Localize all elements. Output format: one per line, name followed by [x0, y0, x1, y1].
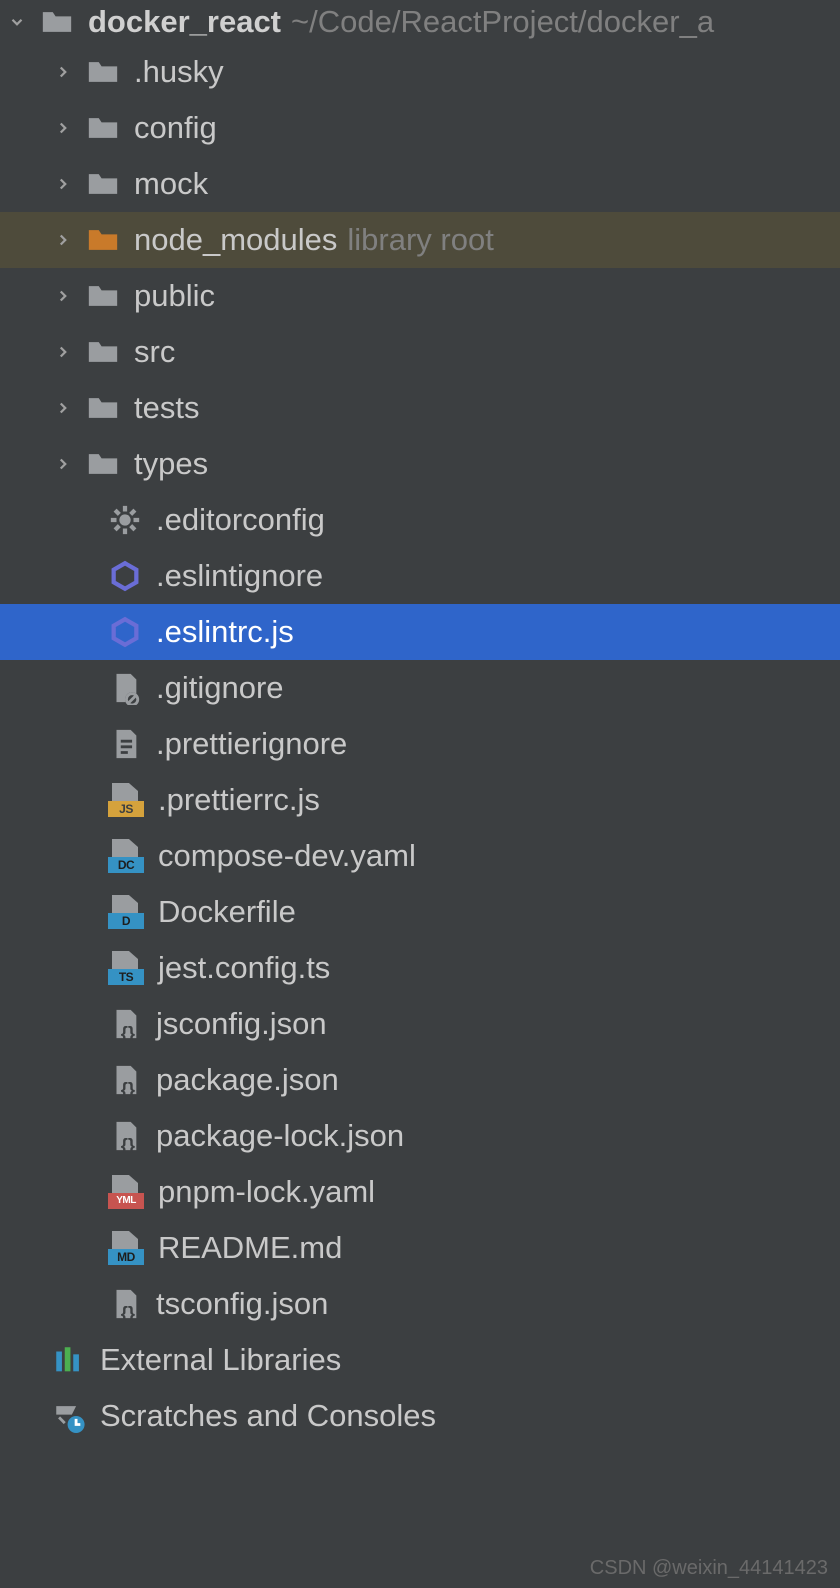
json-icon — [108, 1287, 142, 1321]
folder-label: tests — [134, 390, 199, 426]
d-file-icon: D — [108, 895, 144, 929]
node-label: External Libraries — [100, 1342, 341, 1378]
file-label: jest.config.ts — [158, 950, 330, 986]
scratches-icon — [52, 1399, 86, 1433]
folder-icon — [86, 335, 120, 369]
tree-folder[interactable]: types — [0, 436, 840, 492]
tree-file[interactable]: TS jest.config.ts — [0, 940, 840, 996]
tree-file[interactable]: JS .prettierrc.js — [0, 772, 840, 828]
md-file-icon: MD — [108, 1231, 144, 1265]
tree-file[interactable]: D Dockerfile — [0, 884, 840, 940]
tree-folder[interactable]: src — [0, 324, 840, 380]
file-label: .editorconfig — [156, 502, 325, 538]
folder-label: config — [134, 110, 217, 146]
file-label: package.json — [156, 1062, 339, 1098]
folder-icon — [86, 279, 120, 313]
tree-folder[interactable]: mock — [0, 156, 840, 212]
chevron-down-icon[interactable] — [6, 11, 28, 33]
file-label: .prettierrc.js — [158, 782, 320, 818]
file-label: .prettierignore — [156, 726, 347, 762]
file-label: .eslintrc.js — [156, 614, 294, 650]
tree-file[interactable]: jsconfig.json — [0, 996, 840, 1052]
chevron-right-icon[interactable] — [52, 117, 74, 139]
project-tree: docker_react ~/Code/ReactProject/docker_… — [0, 0, 840, 1444]
chevron-right-icon[interactable] — [52, 341, 74, 363]
tree-file[interactable]: tsconfig.json — [0, 1276, 840, 1332]
folder-icon — [86, 111, 120, 145]
tree-folder[interactable]: config — [0, 100, 840, 156]
chevron-right-icon[interactable] — [52, 397, 74, 419]
folder-label: public — [134, 278, 215, 314]
folder-icon — [86, 55, 120, 89]
tree-file[interactable]: MD README.md — [0, 1220, 840, 1276]
json-icon — [108, 1119, 142, 1153]
yml-file-icon: YML — [108, 1175, 144, 1209]
tree-file[interactable]: YML pnpm-lock.yaml — [0, 1164, 840, 1220]
tree-folder[interactable]: tests — [0, 380, 840, 436]
watermark: CSDN @weixin_44141423 — [590, 1557, 828, 1580]
json-icon — [108, 1007, 142, 1041]
folder-icon — [86, 391, 120, 425]
tree-node[interactable]: Scratches and Consoles — [0, 1388, 840, 1444]
folder-icon — [40, 5, 74, 39]
file-label: README.md — [158, 1230, 342, 1266]
file-label: jsconfig.json — [156, 1006, 327, 1042]
tree-folder[interactable]: public — [0, 268, 840, 324]
libraries-icon — [52, 1343, 86, 1377]
folder-icon — [86, 167, 120, 201]
eslint-icon — [108, 559, 142, 593]
tree-file[interactable]: .editorconfig — [0, 492, 840, 548]
tree-file[interactable]: .gitignore — [0, 660, 840, 716]
tree-file[interactable]: package.json — [0, 1052, 840, 1108]
gear-icon — [108, 503, 142, 537]
folder-hint: library root — [347, 222, 493, 258]
dc-file-icon: DC — [108, 839, 144, 873]
root-name: docker_react — [88, 4, 281, 40]
chevron-right-icon[interactable] — [52, 229, 74, 251]
folder-label: types — [134, 446, 208, 482]
root-path: ~/Code/ReactProject/docker_a — [291, 4, 714, 40]
file-label: .gitignore — [156, 670, 284, 706]
file-label: tsconfig.json — [156, 1286, 328, 1322]
file-label: Dockerfile — [158, 894, 296, 930]
tree-node[interactable]: External Libraries — [0, 1332, 840, 1388]
textfile-icon — [108, 727, 142, 761]
eslint-icon — [108, 615, 142, 649]
file-label: pnpm-lock.yaml — [158, 1174, 375, 1210]
tree-file[interactable]: .eslintrc.js — [0, 604, 840, 660]
tree-file[interactable]: .prettierignore — [0, 716, 840, 772]
tree-file[interactable]: package-lock.json — [0, 1108, 840, 1164]
folder-icon — [86, 223, 120, 257]
folder-label: src — [134, 334, 175, 370]
chevron-right-icon[interactable] — [52, 453, 74, 475]
ts-file-icon: TS — [108, 951, 144, 985]
folder-label: node_modules — [134, 222, 337, 258]
json-icon — [108, 1063, 142, 1097]
tree-root[interactable]: docker_react ~/Code/ReactProject/docker_… — [0, 0, 840, 44]
gitignore-icon — [108, 671, 142, 705]
tree-file[interactable]: DC compose-dev.yaml — [0, 828, 840, 884]
js-file-icon: JS — [108, 783, 144, 817]
tree-folder[interactable]: .husky — [0, 44, 840, 100]
tree-file[interactable]: .eslintignore — [0, 548, 840, 604]
chevron-right-icon[interactable] — [52, 285, 74, 307]
file-label: package-lock.json — [156, 1118, 404, 1154]
folder-icon — [86, 447, 120, 481]
chevron-right-icon[interactable] — [52, 61, 74, 83]
folder-label: mock — [134, 166, 208, 202]
tree-folder[interactable]: node_modules library root — [0, 212, 840, 268]
chevron-right-icon[interactable] — [52, 173, 74, 195]
folder-label: .husky — [134, 54, 224, 90]
file-label: .eslintignore — [156, 558, 323, 594]
node-label: Scratches and Consoles — [100, 1398, 436, 1434]
file-label: compose-dev.yaml — [158, 838, 416, 874]
